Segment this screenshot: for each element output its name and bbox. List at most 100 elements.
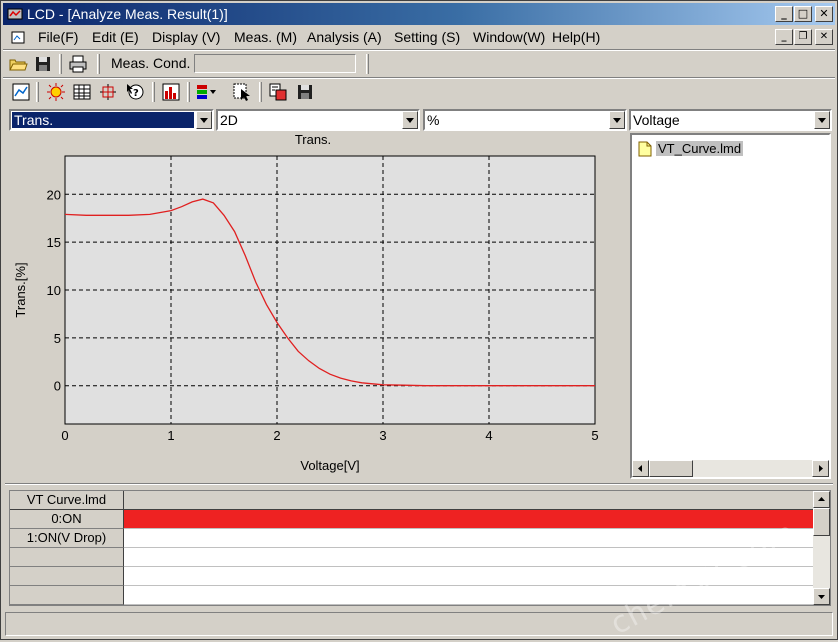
open-folder-icon[interactable]	[7, 53, 29, 75]
menu-display[interactable]: Display (V)	[149, 28, 223, 46]
tree-item-label: VT_Curve.lmd	[656, 141, 744, 156]
y-tick-label: 0	[54, 379, 61, 394]
menu-file[interactable]: File(F)	[35, 28, 81, 46]
status-bar	[5, 612, 833, 636]
graph-view-icon[interactable]	[10, 81, 32, 103]
svg-text:?: ?	[133, 88, 139, 99]
splitter[interactable]	[5, 483, 833, 485]
color-chart-icon[interactable]	[194, 81, 216, 103]
help-cursor-icon[interactable]: ?	[124, 81, 146, 103]
toolbar-separator	[259, 82, 262, 102]
app-icon	[7, 8, 23, 20]
highlight-icon[interactable]	[45, 81, 67, 103]
mdi-close-button[interactable]: ✕	[815, 29, 833, 45]
x-axis-combo[interactable]: Voltage	[629, 109, 832, 131]
menu-meas[interactable]: Meas. (M)	[231, 28, 300, 46]
toolbar-separator	[187, 82, 190, 102]
menu-help[interactable]: Help(H)	[549, 28, 603, 46]
toolbar-separator	[36, 82, 39, 102]
item-combo-value: Trans.	[12, 112, 194, 128]
arrow-down-icon	[818, 595, 825, 599]
grid-row-header[interactable]: 1:ON(V Drop)	[10, 529, 124, 548]
meas-cond-label: Meas. Cond.	[111, 55, 191, 71]
print-icon[interactable]	[67, 53, 89, 75]
menu-edit[interactable]: Edit (E)	[89, 28, 142, 46]
y-tick-label: 15	[47, 235, 61, 250]
scroll-thumb[interactable]	[813, 508, 830, 536]
grid-row-header[interactable]	[10, 567, 124, 586]
x-tick-label: 0	[61, 428, 68, 443]
file-tree[interactable]: VT_Curve.lmd	[630, 133, 831, 479]
unit-combo[interactable]: %	[423, 109, 627, 131]
bar-chart-icon[interactable]	[160, 81, 182, 103]
horizontal-scrollbar[interactable]	[632, 460, 829, 477]
grid-row-color-cell[interactable]	[124, 529, 814, 548]
file-icon	[638, 141, 652, 157]
menu-setting[interactable]: Setting (S)	[391, 28, 463, 46]
export-icon[interactable]	[267, 81, 289, 103]
document-icon[interactable]	[10, 30, 26, 46]
y-axis-label: Trans.[%]	[13, 262, 28, 317]
toolbar-separator	[59, 54, 62, 74]
table-icon[interactable]	[71, 81, 93, 103]
grid-header-cell	[124, 491, 814, 510]
grid-row-header[interactable]	[10, 548, 124, 567]
scroll-up-button[interactable]	[813, 491, 830, 508]
x-tick-label: 3	[379, 428, 386, 443]
save-disk-icon[interactable]	[294, 81, 316, 103]
menu-window[interactable]: Window(W)	[470, 28, 548, 46]
toolbar-separator	[366, 54, 369, 74]
chart-title: Trans.	[295, 132, 331, 147]
grid-row-header[interactable]	[10, 586, 124, 605]
unit-combo-value: %	[427, 112, 440, 128]
mdi-minimize-button[interactable]: _	[775, 29, 793, 45]
x-tick-labels: 0 1 2 3 4 5	[61, 428, 598, 443]
close-button[interactable]: ✕	[815, 6, 833, 22]
chart-panel: Trans. 0 1 2 3 4 5 0 5 10 15 20 Voltage[V] Trans.…	[9, 132, 627, 479]
transmittance-chart[interactable]: Trans. 0 1 2 3 4 5 0 5 10 15 20 Voltage[V] Trans.…	[9, 132, 627, 479]
scroll-down-button[interactable]	[813, 588, 830, 605]
chevron-down-icon[interactable]	[402, 111, 418, 129]
scroll-thumb[interactable]	[649, 460, 693, 477]
x-axis-combo-value: Voltage	[633, 112, 680, 128]
arrow-right-icon	[819, 465, 823, 472]
grid-row-color-cell[interactable]	[124, 510, 814, 529]
x-tick-label: 5	[591, 428, 598, 443]
dimension-combo[interactable]: 2D	[216, 109, 420, 131]
toolbar-separator-line	[3, 77, 835, 79]
mdi-restore-button[interactable]: ❐	[794, 29, 812, 45]
chevron-down-icon[interactable]	[196, 111, 212, 129]
menu-separator	[3, 49, 835, 51]
pointer-select-icon[interactable]	[231, 81, 253, 103]
scroll-left-button[interactable]	[632, 460, 649, 477]
vertical-scrollbar[interactable]	[813, 491, 830, 605]
x-tick-label: 1	[167, 428, 174, 443]
title-bar[interactable]: LCD - [Analyze Meas. Result(1)] _ □ ✕	[3, 3, 835, 25]
scroll-right-button[interactable]	[812, 460, 829, 477]
save-disk-icon[interactable]	[32, 53, 54, 75]
arrow-up-icon	[818, 497, 825, 501]
item-combo[interactable]: Trans.	[9, 109, 214, 131]
chevron-down-icon[interactable]	[814, 111, 830, 129]
grid-icon[interactable]	[97, 81, 119, 103]
x-axis-label: Voltage[V]	[300, 458, 359, 473]
menu-analysis[interactable]: Analysis (A)	[304, 28, 385, 46]
minimize-button[interactable]: _	[775, 6, 793, 22]
x-tick-label: 4	[485, 428, 492, 443]
y-tick-labels: 0 5 10 15 20	[47, 187, 61, 393]
meas-cond-field[interactable]	[194, 54, 356, 73]
application-window: LCD - [Analyze Meas. Result(1)] _ □ ✕ Fi…	[0, 0, 838, 642]
maximize-button[interactable]: □	[794, 6, 812, 22]
chevron-down-icon[interactable]	[609, 111, 625, 129]
y-tick-label: 10	[47, 283, 61, 298]
toolbar-separator	[97, 54, 100, 74]
grid-row-header[interactable]: 0:ON	[10, 510, 124, 529]
window-title: LCD - [Analyze Meas. Result(1)]	[27, 6, 228, 22]
y-tick-label: 5	[54, 331, 61, 346]
y-tick-label: 20	[47, 187, 61, 202]
arrow-left-icon	[638, 465, 642, 472]
grid-header[interactable]: VT Curve.lmd	[10, 491, 124, 510]
toolbar-separator	[152, 82, 155, 102]
menu-bar: File(F) Edit (E) Display (V) Meas. (M) A…	[3, 26, 835, 48]
x-tick-label: 2	[273, 428, 280, 443]
